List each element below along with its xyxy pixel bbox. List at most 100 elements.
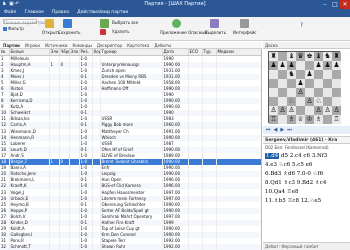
table-row[interactable]: 32 Schmidt,T 1-0 Shown Ruhr 1992.00 <box>0 244 261 250</box>
highlight-icon[interactable] <box>210 19 219 28</box>
board-square[interactable]: ♜ <box>332 52 341 61</box>
board-square[interactable] <box>287 88 296 97</box>
first-move-icon[interactable]: ⏮ <box>266 126 271 134</box>
prev-move-icon[interactable]: ◀ <box>274 126 278 134</box>
move-line[interactable]: 10.Qa4 ♖e8 <box>265 188 350 197</box>
board-square[interactable] <box>296 70 305 79</box>
delete-icon[interactable] <box>100 29 106 35</box>
delete-button[interactable]: Удалить <box>112 29 130 34</box>
board-square[interactable]: ♙ <box>314 106 323 115</box>
play-button[interactable]: Приложение Опасный <box>160 30 207 35</box>
move-line[interactable]: 1.d4 d5 2.c4 c6 3.Nf3 <box>265 152 350 161</box>
interface-icon[interactable] <box>240 19 249 28</box>
board-square[interactable]: ♙ <box>296 88 305 97</box>
move-token[interactable]: 6.Bd3 <box>265 171 281 177</box>
board-square[interactable] <box>296 61 305 70</box>
board-square[interactable] <box>323 88 332 97</box>
board-square[interactable] <box>278 79 287 88</box>
board-square[interactable] <box>305 61 314 70</box>
board-square[interactable]: ♟ <box>287 61 296 70</box>
board-square[interactable] <box>305 88 314 97</box>
board-square[interactable] <box>332 79 341 88</box>
minimize-button[interactable]: – <box>320 0 330 9</box>
board-square[interactable] <box>296 97 305 106</box>
board-square[interactable] <box>323 115 332 124</box>
board-square[interactable]: ♞ <box>287 70 296 79</box>
board-square[interactable]: ♗ <box>287 115 296 124</box>
tab-sources[interactable]: Источники <box>45 42 68 48</box>
tab-players[interactable]: Игроки <box>25 42 40 48</box>
board-square[interactable]: ♘ <box>314 97 323 106</box>
move-line[interactable]: 8.Qd1 ♗c3 9.Bd2 ♗c4 <box>265 179 350 188</box>
board-square[interactable] <box>323 70 332 79</box>
board-square[interactable] <box>332 70 341 79</box>
board-square[interactable]: ♖ <box>332 115 341 124</box>
move-continuation[interactable]: ♘c6 5.c5 e6 <box>277 162 313 168</box>
board-square[interactable]: ♕ <box>296 115 305 124</box>
board-square[interactable] <box>323 79 332 88</box>
board-square[interactable]: ♝ <box>287 52 296 61</box>
move-continuation[interactable]: d5 2.c4 c6 3.Nf3 <box>279 153 327 159</box>
board-square[interactable]: ♙ <box>287 106 296 115</box>
board-square[interactable] <box>278 88 287 97</box>
board-square[interactable]: ♙ <box>323 106 332 115</box>
board-square[interactable] <box>332 97 341 106</box>
interface-button[interactable]: Интерфейс <box>233 30 257 35</box>
board-square[interactable]: ♙ <box>278 106 287 115</box>
move-line[interactable]: 4.e3 ♘c6 5.c5 e6 <box>265 161 350 170</box>
column-header[interactable]: Эло Б <box>49 49 60 56</box>
move-continuation[interactable]: ♖e8 <box>285 189 299 195</box>
board-square[interactable]: ♗ <box>314 115 323 124</box>
maximize-button[interactable]: □ <box>330 0 340 9</box>
board-square[interactable]: ♖ <box>269 115 278 124</box>
menu-home[interactable]: Главное <box>24 9 44 17</box>
column-header[interactable]: Ход <box>92 49 101 56</box>
save-icon[interactable] <box>63 19 72 28</box>
board-square[interactable] <box>323 97 332 106</box>
tab-games[interactable]: Партии <box>3 42 20 48</box>
board-square[interactable] <box>314 88 323 97</box>
tab-descriptor[interactable]: Дескриптор <box>97 42 122 48</box>
move-line[interactable]: 6.Bd3 ♗d6 7.0-0 ♘f6 <box>265 170 350 179</box>
last-move-icon[interactable]: ⏭ <box>287 126 292 134</box>
board-square[interactable] <box>269 79 278 88</box>
move-line[interactable]: 11.♗b5 ♖c8 12.♘e5 <box>265 197 350 206</box>
board-square[interactable]: ♟ <box>323 61 332 70</box>
move-continuation[interactable]: ♗d6 7.0-0 ♘f6 <box>281 171 323 177</box>
board-square[interactable]: ♝ <box>314 52 323 61</box>
board-square[interactable] <box>278 97 287 106</box>
open-icon[interactable] <box>45 19 54 28</box>
menu-edit[interactable]: Правка <box>52 9 69 17</box>
next-move-icon[interactable]: ▶ <box>280 126 284 134</box>
play-icon[interactable] <box>172 19 181 28</box>
move-token[interactable]: 10.Qa4 <box>265 189 285 195</box>
board-square[interactable] <box>314 79 323 88</box>
menu-actions[interactable]: Действия/вид партии <box>77 9 128 17</box>
board-square[interactable]: ♟ <box>305 70 314 79</box>
board-square[interactable] <box>269 70 278 79</box>
board-square[interactable]: ♟ <box>278 61 287 70</box>
board-square[interactable]: ♟ <box>314 61 323 70</box>
select-all-icon[interactable] <box>100 19 109 28</box>
board-square[interactable]: ♙ <box>332 106 341 115</box>
chess-board[interactable]: ♜ ♝ ♛ ♚ ♝ ♞ ♜ ♟ ♟ ♟ ♟ ♟ ♟ ♞ ♟ ♟ ♙ ♘ ♙ ♘ ♙ ♙ ♙ ♙ ♙ ♙ ♖ ♗ ♕ ♔ ♗ ♖ <box>268 51 341 124</box>
move-token[interactable]: 1.d4 <box>265 153 280 159</box>
select-all-button[interactable]: Выбрать все <box>112 20 138 25</box>
highlight-button[interactable]: Выделить <box>205 30 226 35</box>
board-square[interactable]: ♞ <box>323 52 332 61</box>
board-square[interactable]: ♔ <box>305 115 314 124</box>
board-square[interactable]: ♟ <box>269 61 278 70</box>
board-square[interactable]: ♚ <box>305 52 314 61</box>
board-square[interactable]: ♜ <box>269 52 278 61</box>
board-square[interactable] <box>269 88 278 97</box>
board-square[interactable] <box>305 106 314 115</box>
tab-openings[interactable]: Дебюты <box>154 42 171 48</box>
board-square[interactable] <box>305 79 314 88</box>
board-square[interactable] <box>278 115 287 124</box>
board-square[interactable]: ♟ <box>332 61 341 70</box>
close-button[interactable]: ✕ <box>340 0 350 9</box>
board-square[interactable] <box>332 88 341 97</box>
board-square[interactable] <box>278 52 287 61</box>
board-square[interactable]: ♘ <box>287 97 296 106</box>
column-header[interactable]: Чёрн. <box>59 49 70 56</box>
